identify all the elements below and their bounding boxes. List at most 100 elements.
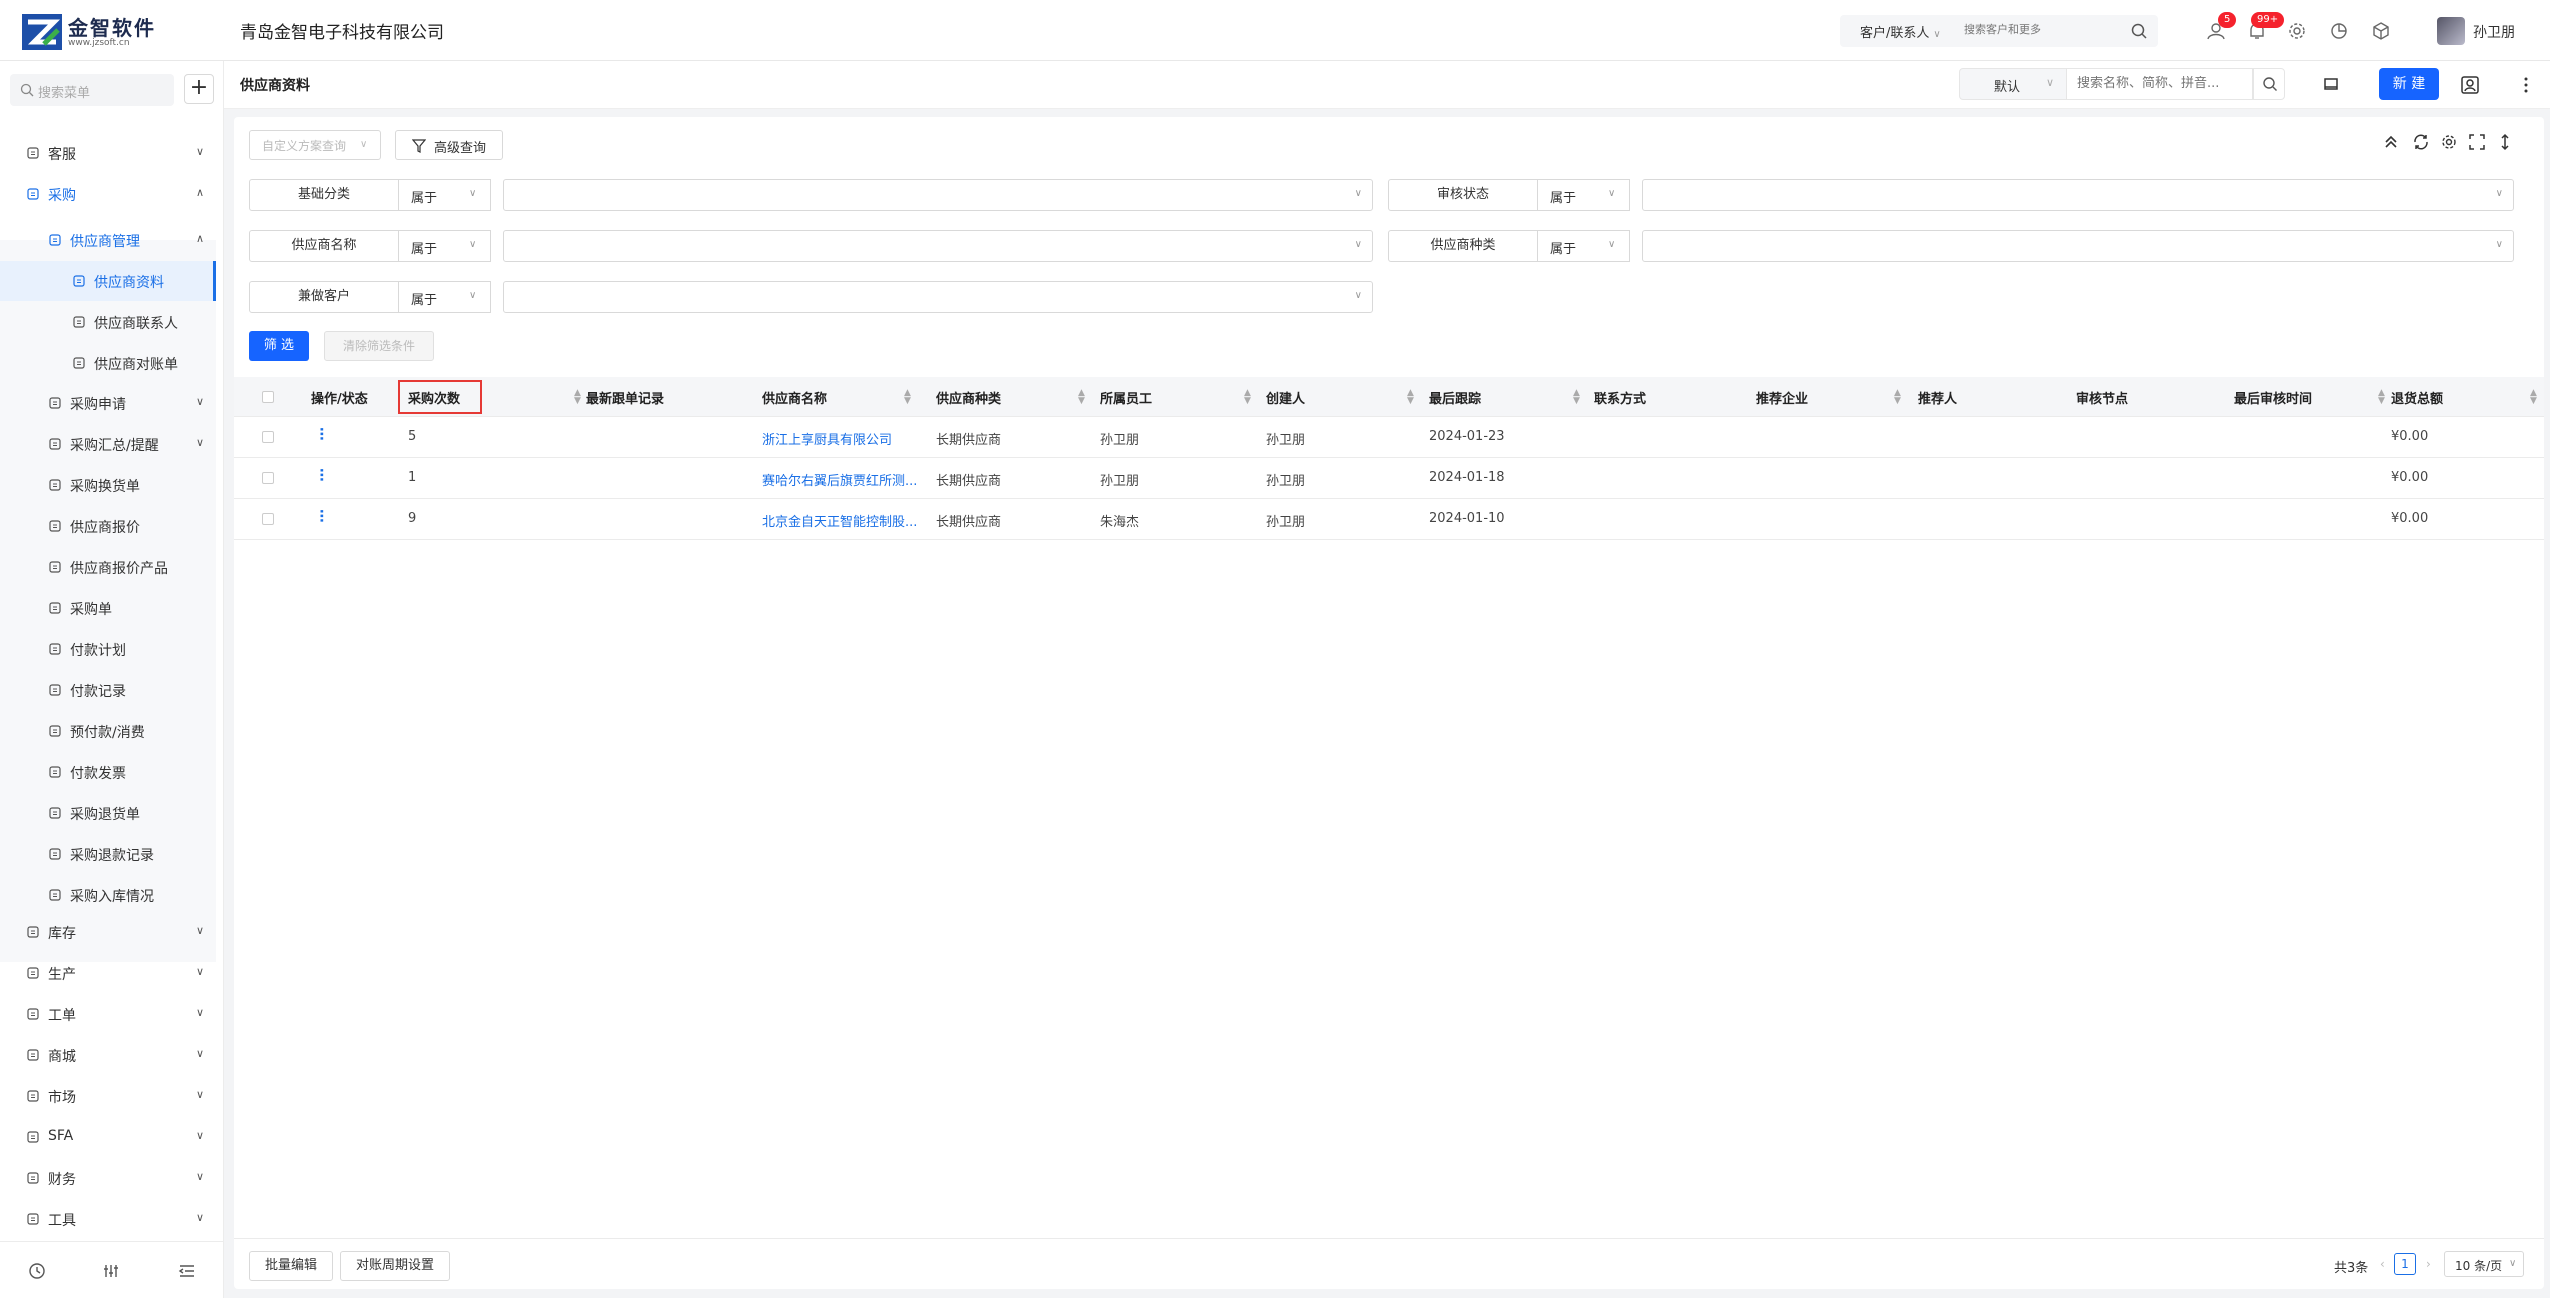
history-icon[interactable] (28, 1262, 46, 1280)
table-row[interactable]: ⋯ 5 浙江上享厨具有限公司 长期供应商 孙卫朋 孙卫朋 2024-01-23 ¥0.00 (234, 417, 2544, 458)
pin-icon[interactable] (102, 1262, 120, 1280)
avatar[interactable] (2437, 17, 2465, 45)
more-vertical-icon[interactable] (2516, 75, 2536, 95)
filter-value-also-customer[interactable]: ∨ (503, 281, 1373, 313)
row-height-icon[interactable] (2496, 133, 2514, 151)
column-header[interactable]: 供应商种类 (936, 388, 1001, 407)
sidebar-item[interactable]: 工单 ∨ (0, 994, 216, 1034)
add-menu-button[interactable]: + (184, 74, 214, 104)
column-header[interactable]: 推荐人 (1918, 388, 1957, 407)
new-button[interactable]: 新 建 (2379, 68, 2439, 100)
sidebar-item[interactable]: 采购 ∧ (0, 174, 216, 214)
table-row[interactable]: ⋯ 9 北京金自天正智能控制股... 长期供应商 朱海杰 孙卫朋 2024-01-10 ¥0.… (234, 499, 2544, 540)
sidebar-item[interactable]: 财务 ∨ (0, 1158, 216, 1198)
fullscreen-icon[interactable] (2468, 133, 2486, 151)
brand-logo[interactable]: 金智软件 www.jzsoft.cn (22, 12, 162, 52)
filter-op-audit-status[interactable]: 属于 ∨ (1538, 179, 1630, 211)
column-header[interactable]: 采购次数 (408, 388, 460, 407)
collapse-menu-icon[interactable] (178, 1262, 196, 1280)
custom-scheme-select[interactable]: 自定义方案查询 ∨ (249, 130, 381, 160)
supplier-name-link[interactable]: 北京金自天正智能控制股... (762, 511, 917, 530)
row-actions-icon[interactable]: ⋯ (313, 427, 329, 441)
user-card-icon[interactable] (2460, 75, 2480, 95)
supplier-search-input[interactable] (2077, 76, 2245, 91)
column-header[interactable]: 审核节点 (2076, 388, 2128, 407)
sidebar-item[interactable]: 采购退款记录 (0, 834, 216, 874)
settings-icon[interactable] (2440, 133, 2458, 151)
filter-value-supplier-name[interactable]: ∨ (503, 230, 1373, 262)
page-size-select[interactable]: 10 条/页 ∨ (2444, 1251, 2524, 1277)
advanced-query-button[interactable]: 高级查询 (395, 130, 503, 160)
sidebar-item[interactable]: 商城 ∨ (0, 1035, 216, 1075)
sidebar-item[interactable]: 采购换货单 (0, 465, 216, 505)
sidebar-item[interactable]: 采购汇总/提醒 ∨ (0, 424, 216, 464)
search-scope-select[interactable]: 客户/联系人 ∨ (1860, 22, 1941, 41)
row-actions-icon[interactable]: ⋯ (313, 468, 329, 482)
sidebar-item[interactable]: 供应商报价 (0, 506, 216, 546)
sort-icon[interactable]: ▲ ▼ (574, 389, 581, 406)
row-checkbox[interactable] (262, 472, 274, 484)
refresh-icon[interactable] (2412, 133, 2430, 151)
sidebar-item[interactable]: 生产 ∨ (0, 953, 216, 993)
filter-op-also-customer[interactable]: 属于 ∨ (399, 281, 491, 313)
column-header[interactable]: 退货总额 (2391, 388, 2443, 407)
filter-button[interactable]: 筛 选 (249, 331, 309, 361)
sort-icon[interactable]: ▲ ▼ (2378, 389, 2385, 406)
sort-icon[interactable]: ▲ ▼ (1244, 389, 1251, 406)
sidebar-item[interactable]: 供应商资料 (0, 261, 216, 301)
sidebar-item[interactable]: 供应商报价产品 (0, 547, 216, 587)
page-number[interactable]: 1 (2394, 1253, 2416, 1275)
batch-edit-button[interactable]: 批量编辑 (249, 1251, 333, 1281)
filter-op-category[interactable]: 属于 ∨ (399, 179, 491, 211)
sidebar-item[interactable]: 供应商对账单 (0, 343, 216, 383)
clear-filter-button[interactable]: 清除筛选条件 (324, 331, 434, 361)
global-search-input[interactable] (1964, 23, 2114, 36)
view-select[interactable]: 默认 ∨ (1959, 68, 2067, 100)
menu-search-input[interactable]: 搜索菜单 (10, 74, 174, 106)
row-checkbox[interactable] (262, 431, 274, 443)
column-header[interactable]: 操作/状态 (311, 388, 368, 407)
sort-icon[interactable]: ▲ ▼ (1078, 389, 1085, 406)
filter-value-audit-status[interactable]: ∨ (1642, 179, 2514, 211)
sidebar-item[interactable]: 付款计划 (0, 629, 216, 669)
sidebar-item[interactable]: 采购单 (0, 588, 216, 628)
search-icon[interactable] (2130, 22, 2148, 40)
column-header[interactable]: 最新跟单记录 (586, 388, 664, 407)
sidebar-item[interactable]: 工具 ∨ (0, 1199, 216, 1239)
sort-icon[interactable]: ▲ ▼ (904, 389, 911, 406)
sidebar-item[interactable]: SFA ∨ (0, 1117, 216, 1157)
supplier-name-link[interactable]: 浙江上享厨具有限公司 (762, 429, 892, 448)
sidebar-item[interactable]: 付款发票 (0, 752, 216, 792)
sidebar-item[interactable]: 客服 ∨ (0, 133, 216, 173)
column-header[interactable]: 联系方式 (1594, 388, 1646, 407)
sidebar-item[interactable]: 供应商联系人 (0, 302, 216, 342)
collapse-up-icon[interactable] (2382, 133, 2400, 151)
column-header[interactable]: 推荐企业 (1756, 388, 1808, 407)
sort-icon[interactable]: ▲ ▼ (1407, 389, 1414, 406)
user-name[interactable]: 孙卫朋 (2473, 22, 2515, 42)
table-row[interactable]: ⋯ 1 赛哈尔右翼后旗贾红所测... 长期供应商 孙卫朋 孙卫朋 2024-01-18 ¥0.… (234, 458, 2544, 499)
filter-value-category[interactable]: ∨ (503, 179, 1373, 211)
sidebar-item[interactable]: 库存 ∨ (0, 912, 216, 952)
cube-icon[interactable] (2370, 20, 2392, 42)
sort-icon[interactable]: ▲ ▼ (1894, 389, 1901, 406)
filter-value-supplier-kind[interactable]: ∨ (1642, 230, 2514, 262)
sort-icon[interactable]: ▲ ▼ (1573, 389, 1580, 406)
sidebar-item[interactable]: 供应商管理 ∧ (0, 220, 216, 260)
pie-chart-icon[interactable] (2328, 20, 2350, 42)
sidebar-item[interactable]: 采购退货单 (0, 793, 216, 833)
filter-op-supplier-name[interactable]: 属于 ∨ (399, 230, 491, 262)
column-header[interactable]: 最后审核时间 (2234, 388, 2312, 407)
column-header[interactable]: 最后跟踪 (1429, 388, 1481, 407)
sidebar-item[interactable]: 预付款/消费 (0, 711, 216, 751)
column-header[interactable]: 供应商名称 (762, 388, 827, 407)
row-checkbox[interactable] (262, 513, 274, 525)
next-page-icon[interactable]: › (2426, 1257, 2431, 1271)
filter-op-supplier-kind[interactable]: 属于 ∨ (1538, 230, 1630, 262)
select-all-checkbox[interactable] (262, 391, 274, 403)
sidebar-item[interactable]: 市场 ∨ (0, 1076, 216, 1116)
column-header[interactable]: 创建人 (1266, 388, 1305, 407)
tray-icon[interactable] (2321, 75, 2341, 95)
sidebar-item[interactable]: 采购申请 ∨ (0, 383, 216, 423)
sidebar-item[interactable]: 采购入库情况 (0, 875, 216, 915)
